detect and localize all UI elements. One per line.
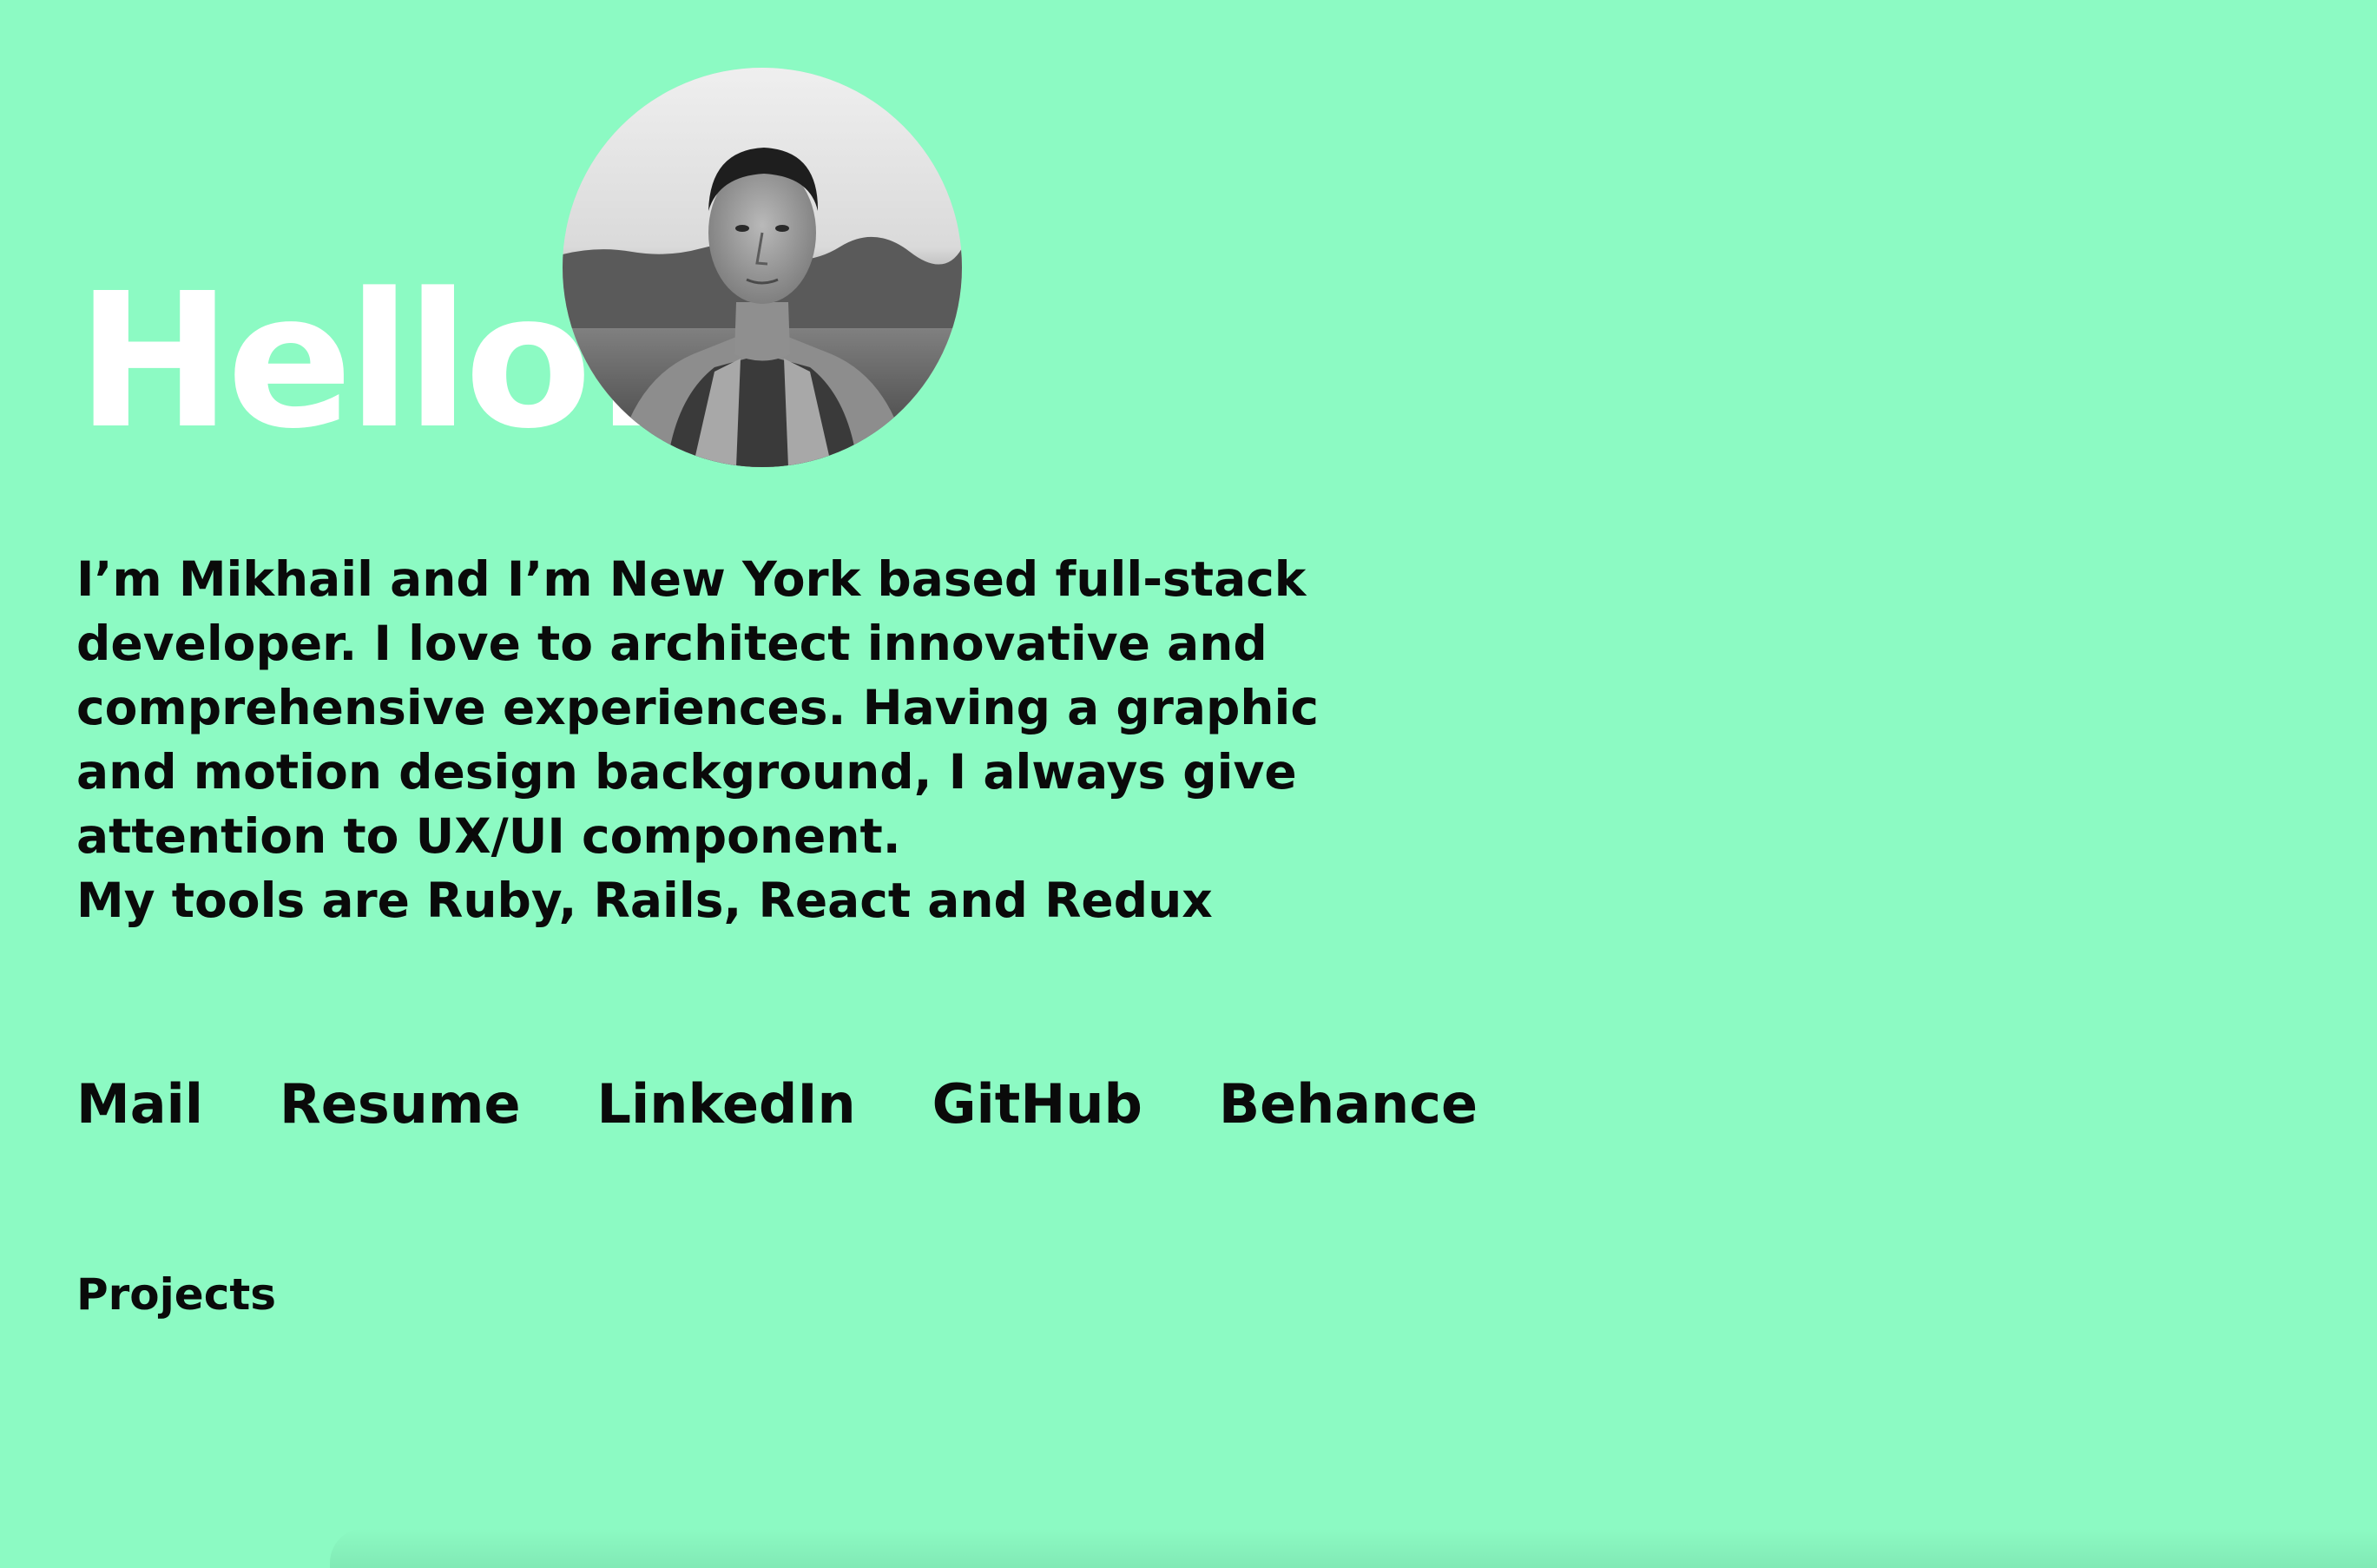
behance-link[interactable]: Behance [1219,1072,1478,1136]
github-link[interactable]: GitHub [932,1072,1142,1136]
portfolio-page: Hello! I’m Mikhail and I’m New York base… [0,0,2377,1568]
resume-link[interactable]: Resume [280,1072,521,1136]
contact-links: Mail Resume LinkedIn GitHub Behance [76,1070,1478,1139]
intro-line: developer. I love to architect innovativ… [76,616,1268,671]
avatar-portrait-image [563,68,962,467]
intro-line: My tools are Ruby, Rails, React and Redu… [76,873,1213,928]
contact-link-item: Behance [1219,1070,1478,1139]
avatar [563,68,962,467]
intro-paragraph: I’m Mikhail and I’m New York based full-… [76,547,1552,932]
contact-link-item: Mail [76,1070,203,1139]
linkedin-link[interactable]: LinkedIn [597,1072,856,1136]
bottom-shadow-divider [330,1528,2377,1568]
intro-line: comprehensive experiences. Having a grap… [76,680,1319,735]
projects-link[interactable]: Projects [76,1264,276,1325]
intro-line: and motion design background, I always g… [76,744,1297,800]
contact-link-item: Resume [280,1070,521,1139]
intro-line: I’m Mikhail and I’m New York based full-… [76,551,1307,607]
mail-link[interactable]: Mail [76,1072,203,1136]
contact-link-item: GitHub [932,1070,1142,1139]
intro-line: attention to UX/UI component. [76,808,901,864]
contact-link-item: LinkedIn [597,1070,856,1139]
hero-section: Hello! [76,61,1031,478]
